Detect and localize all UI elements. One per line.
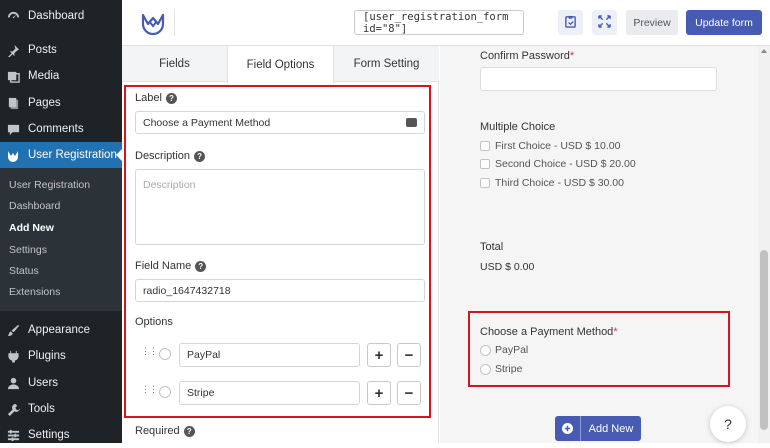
sidebar-item-label: Tools [28,403,55,415]
required-heading-text: Required [135,425,180,437]
logo-divider [174,10,175,36]
sidebar-item-label: Comments [28,123,84,135]
preview-button[interactable]: Preview [626,10,678,35]
choice-checkbox[interactable]: Third Choice - USD $ 30.00 [480,177,624,189]
dashboard-icon [6,9,20,23]
total-label: Total [480,241,504,253]
pin-icon [6,43,20,57]
pages-icon [6,96,20,110]
required-heading: Required ? [135,425,195,437]
admin-sidebar: Dashboard Posts Media Pages Comments Use… [0,0,122,443]
sidebar-item-appearance[interactable]: Appearance [0,317,122,343]
choice-text: First Choice - USD $ 10.00 [495,140,621,152]
sidebar-item-tools[interactable]: Tools [0,396,122,422]
checkbox-box[interactable] [480,141,490,151]
user-registration-logo-icon [140,10,166,36]
comment-icon [6,122,20,136]
sidebar-item-settings[interactable]: Settings [0,422,122,448]
panel-tabs: Fields Field Options Form Setting [122,46,439,83]
sidebar-item-media[interactable]: Media [0,63,122,89]
sidebar-item-pages[interactable]: Pages [0,90,122,116]
sidebar-submenu: User Registration Dashboard Add New Sett… [0,168,122,311]
form-builder-topbar: [user_registration_form id="8"] Preview … [122,0,770,46]
sidebar-item-plugins[interactable]: Plugins [0,343,122,369]
confirm-password-label: Confirm Password* [480,50,574,62]
sidebar-item-label: Users [28,377,59,389]
total-value: USD $ 0.00 [480,261,535,273]
confirm-password-input[interactable] [480,67,717,91]
choice-text: Third Choice - USD $ 30.00 [495,177,624,189]
plug-icon [6,349,20,363]
scrollbar-thumb[interactable] [760,250,768,430]
choice-checkbox[interactable]: Second Choice - USD $ 20.00 [480,158,636,170]
sidebar-item-label: Posts [28,44,57,56]
clipboard-icon [564,15,577,31]
add-new-row-button[interactable]: Add New [555,416,641,441]
choice-text: Second Choice - USD $ 20.00 [495,158,636,170]
brush-icon [6,323,20,337]
sidebar-item-label: Plugins [28,350,66,362]
sidebar-item-posts[interactable]: Posts [0,37,122,63]
submenu-user-registration[interactable]: User Registration [9,179,90,191]
user-registration-icon [6,148,20,162]
sidebar-item-label: Dashboard [28,10,85,22]
tab-fields[interactable]: Fields [122,46,227,82]
sidebar-item-label: Media [28,70,60,82]
choice-checkbox[interactable]: First Choice - USD $ 10.00 [480,140,620,152]
submenu-extensions[interactable]: Extensions [9,286,60,298]
users-icon [6,376,20,390]
sidebar-item-dashboard[interactable]: Dashboard [0,3,122,29]
submenu-add-new[interactable]: Add New [9,222,54,234]
help-button[interactable]: ? [710,406,746,442]
expand-icon [598,14,611,31]
required-mark: * [569,50,575,62]
wrench-icon [6,402,20,416]
copy-shortcode-button[interactable] [558,10,583,35]
sidebar-item-user-registration[interactable]: User Registration [0,142,122,168]
submenu-settings[interactable]: Settings [9,244,47,256]
plus-circle-icon [555,416,581,441]
sidebar-item-label: Pages [28,97,61,109]
multiple-choice-label: Multiple Choice [480,121,556,133]
sidebar-item-comments[interactable]: Comments [0,116,122,142]
sidebar-item-users[interactable]: Users [0,370,122,396]
sidebar-item-label: Settings [28,429,70,441]
update-form-button[interactable]: Update form [686,10,762,35]
add-new-label: Add New [588,422,634,435]
confirm-password-text: Confirm Password [480,50,570,62]
submenu-status[interactable]: Status [9,265,39,277]
highlight-box-options [124,85,431,418]
sidebar-item-label: User Registration [28,149,117,161]
settings-icon [6,428,20,442]
scroll-up-icon[interactable] [761,49,767,53]
tab-field-options[interactable]: Field Options [227,46,334,83]
tab-form-setting[interactable]: Form Setting [334,46,439,82]
checkbox-box[interactable] [480,159,490,169]
shortcode-field[interactable]: [user_registration_form id="8"] [354,10,524,35]
submenu-dashboard[interactable]: Dashboard [9,200,60,212]
fullscreen-button[interactable] [592,10,617,35]
question-mark-icon: ? [724,416,732,432]
help-icon[interactable]: ? [183,425,195,437]
media-icon [6,69,20,83]
checkbox-box[interactable] [480,178,490,188]
highlight-box-preview [468,311,730,387]
sidebar-item-label: Appearance [28,324,91,336]
